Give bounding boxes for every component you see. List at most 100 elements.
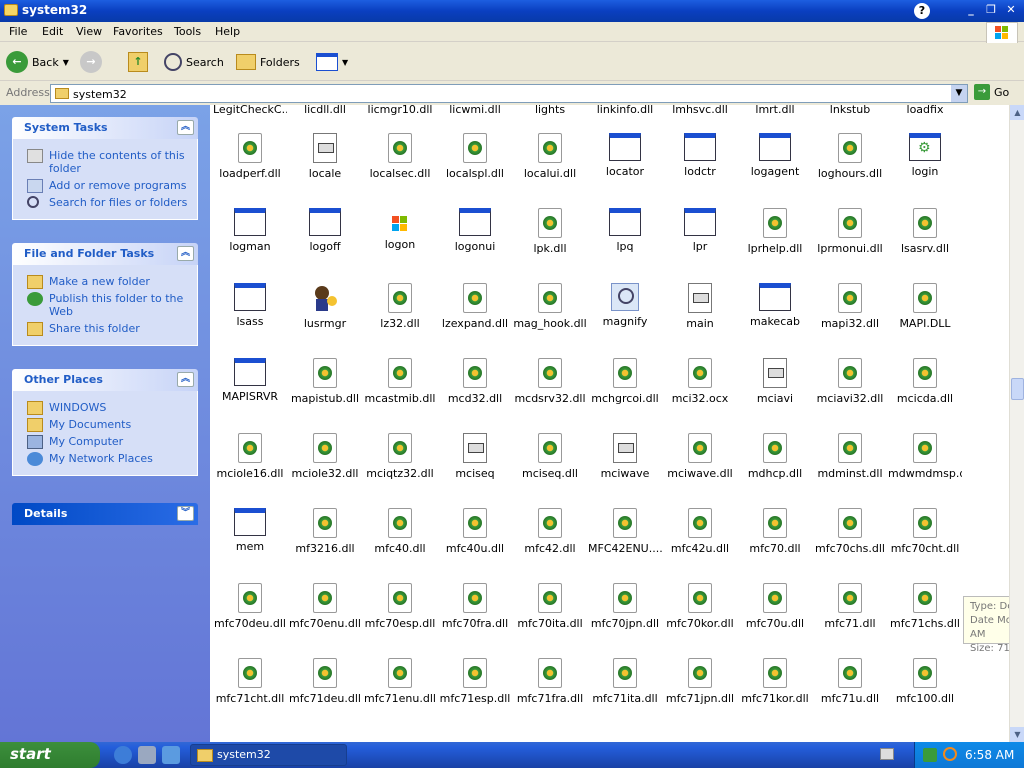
- file-item[interactable]: loadperf.dll: [213, 133, 287, 180]
- file-item[interactable]: mfc70cht.dll: [888, 508, 962, 555]
- file-item[interactable]: makecab: [738, 283, 812, 328]
- taskbar-window-system32[interactable]: system32: [190, 744, 347, 766]
- file-item[interactable]: lnkstub: [813, 105, 887, 116]
- file-item[interactable]: locator: [588, 133, 662, 178]
- file-item[interactable]: mfc71.dll: [813, 583, 887, 630]
- file-item[interactable]: mfc71deu.dll: [288, 658, 362, 705]
- file-item[interactable]: loadfix: [888, 105, 962, 116]
- file-item[interactable]: mcicda.dll: [888, 358, 962, 405]
- file-item[interactable]: localspl.dll: [438, 133, 512, 180]
- search-button[interactable]: Search: [164, 51, 224, 73]
- file-item[interactable]: logonui: [438, 208, 512, 253]
- collapse-icon[interactable]: ︽: [177, 246, 194, 261]
- file-item[interactable]: mfc71jpn.dll: [663, 658, 737, 705]
- file-item[interactable]: logoff: [288, 208, 362, 253]
- file-item[interactable]: lpr: [663, 208, 737, 253]
- back-button[interactable]: ← Back ▼: [6, 51, 69, 73]
- views-button[interactable]: ▼: [316, 51, 348, 73]
- file-item[interactable]: mci32.ocx: [663, 358, 737, 405]
- file-item[interactable]: mfc70chs.dll: [813, 508, 887, 555]
- file-item[interactable]: lz32.dll: [363, 283, 437, 330]
- file-item[interactable]: logagent: [738, 133, 812, 178]
- my-documents-link[interactable]: My Documents: [23, 418, 189, 432]
- file-item[interactable]: mchgrcoi.dll: [588, 358, 662, 405]
- title-bar[interactable]: system32 ? _ ❐ ✕: [0, 0, 1024, 22]
- file-item[interactable]: mfc70jpn.dll: [588, 583, 662, 630]
- file-item[interactable]: mfc70deu.dll: [213, 583, 287, 630]
- file-item[interactable]: licdll.dll: [288, 105, 362, 116]
- menu-tools[interactable]: Tools: [174, 25, 201, 38]
- scroll-down-icon[interactable]: ▼: [1010, 727, 1024, 742]
- file-item[interactable]: mcdsrv32.dll: [513, 358, 587, 405]
- file-item[interactable]: mciavi: [738, 358, 812, 405]
- file-item[interactable]: mfc42.dll: [513, 508, 587, 555]
- expand-icon[interactable]: ︾: [177, 506, 194, 521]
- file-item[interactable]: lodctr: [663, 133, 737, 178]
- hide-contents-link[interactable]: Hide the contents of this folder: [23, 149, 189, 175]
- menu-edit[interactable]: Edit: [42, 25, 63, 38]
- internet-explorer-icon[interactable]: [114, 746, 132, 764]
- file-item[interactable]: lights: [513, 105, 587, 116]
- other-places-header[interactable]: Other Places ︽: [12, 369, 198, 391]
- file-item[interactable]: mciseq: [438, 433, 512, 480]
- minimize-button[interactable]: _: [962, 2, 980, 19]
- file-item[interactable]: mciole16.dll: [213, 433, 287, 480]
- vertical-scrollbar[interactable]: ▲ ▼: [1009, 105, 1024, 742]
- file-item[interactable]: mfc71cht.dll: [213, 658, 287, 705]
- file-item[interactable]: mdhcp.dll: [738, 433, 812, 480]
- file-item[interactable]: login: [888, 133, 962, 178]
- address-dropdown[interactable]: ▼: [951, 85, 967, 102]
- file-item[interactable]: localsec.dll: [363, 133, 437, 180]
- file-item[interactable]: linkinfo.dll: [588, 105, 662, 116]
- restore-button[interactable]: ❐: [982, 2, 1000, 19]
- media-player-icon[interactable]: [162, 746, 180, 764]
- file-item[interactable]: mciole32.dll: [288, 433, 362, 480]
- file-item[interactable]: mfc40u.dll: [438, 508, 512, 555]
- file-item[interactable]: LegitCheckC...: [213, 105, 287, 116]
- file-item[interactable]: licmgr10.dll: [363, 105, 437, 116]
- file-item[interactable]: mfc71enu.dll: [363, 658, 437, 705]
- go-button[interactable]: → Go: [974, 84, 1009, 100]
- file-item[interactable]: mdminst.dll: [813, 433, 887, 480]
- file-item[interactable]: lprhelp.dll: [738, 208, 812, 255]
- search-files-link[interactable]: Search for files or folders: [23, 196, 189, 209]
- my-computer-link[interactable]: My Computer: [23, 435, 189, 449]
- file-item[interactable]: mfc70.dll: [738, 508, 812, 555]
- file-item[interactable]: lusrmgr: [288, 283, 362, 330]
- file-item[interactable]: mfc71u.dll: [813, 658, 887, 705]
- address-input[interactable]: system32 ▼: [50, 84, 968, 103]
- file-item[interactable]: lpk.dll: [513, 208, 587, 255]
- file-item[interactable]: mem: [213, 508, 287, 553]
- file-item[interactable]: mfc100.dll: [888, 658, 962, 705]
- file-item[interactable]: mfc71fra.dll: [513, 658, 587, 705]
- close-button[interactable]: ✕: [1002, 2, 1020, 19]
- file-item[interactable]: lmhsvc.dll: [663, 105, 737, 116]
- file-item[interactable]: mfc40.dll: [363, 508, 437, 555]
- file-item[interactable]: mfc71chs.dll: [888, 583, 962, 630]
- file-item[interactable]: loghours.dll: [813, 133, 887, 180]
- file-item[interactable]: lsasrv.dll: [888, 208, 962, 255]
- file-item[interactable]: mfc70u.dll: [738, 583, 812, 630]
- file-item[interactable]: mciseq.dll: [513, 433, 587, 480]
- file-item[interactable]: logman: [213, 208, 287, 253]
- file-item[interactable]: mf3216.dll: [288, 508, 362, 555]
- file-item[interactable]: mfc70esp.dll: [363, 583, 437, 630]
- file-item[interactable]: locale: [288, 133, 362, 180]
- file-item[interactable]: MAPISRVR: [213, 358, 287, 403]
- menu-favorites[interactable]: Favorites: [113, 25, 163, 38]
- file-item[interactable]: main: [663, 283, 737, 330]
- file-item[interactable]: mapistub.dll: [288, 358, 362, 405]
- search-tray-icon[interactable]: [943, 747, 957, 761]
- file-item[interactable]: mcastmib.dll: [363, 358, 437, 405]
- file-item[interactable]: lmrt.dll: [738, 105, 812, 116]
- file-item[interactable]: mciqtz32.dll: [363, 433, 437, 480]
- network-tray-icon[interactable]: [923, 748, 937, 762]
- file-item[interactable]: MFC42ENU....: [588, 508, 662, 555]
- file-item[interactable]: logon: [363, 208, 437, 251]
- make-folder-link[interactable]: Make a new folder: [23, 275, 189, 289]
- publish-web-link[interactable]: Publish this folder to the Web: [23, 292, 189, 318]
- file-item[interactable]: mfc71ita.dll: [588, 658, 662, 705]
- file-item[interactable]: lprmonui.dll: [813, 208, 887, 255]
- help-icon[interactable]: ?: [914, 3, 930, 19]
- menu-help[interactable]: Help: [215, 25, 240, 38]
